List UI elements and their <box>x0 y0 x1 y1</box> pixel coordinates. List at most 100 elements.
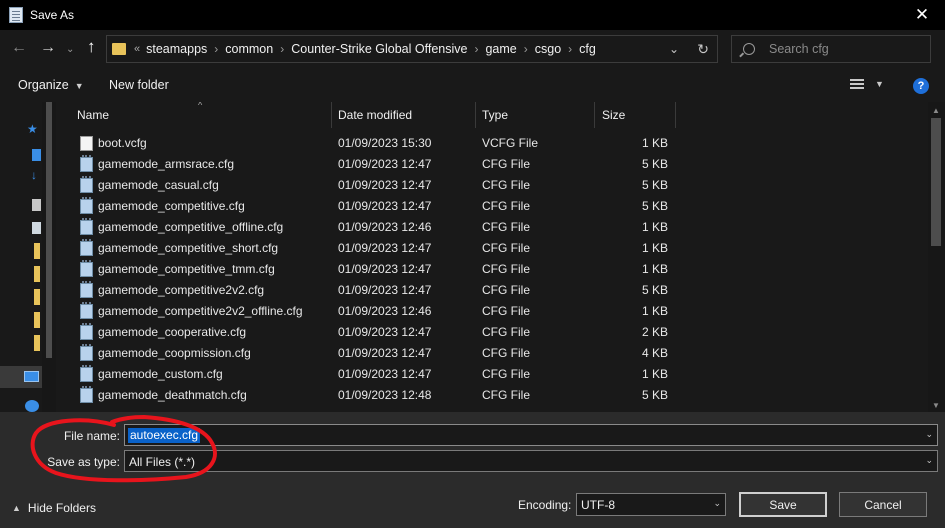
column-header-date-modified[interactable]: Date modified <box>332 102 476 128</box>
column-header-name[interactable]: Name ^ <box>58 102 332 128</box>
search-input[interactable] <box>769 42 929 56</box>
refresh-icon[interactable]: ↻ <box>697 41 709 58</box>
file-date-modified: 01/09/2023 12:46 <box>338 304 432 318</box>
overflow-chevron-icon[interactable]: « <box>134 43 140 55</box>
help-icon[interactable]: ? <box>913 78 929 94</box>
table-row[interactable]: gamemode_competitive_short.cfg 01/09/2023… <box>58 238 928 259</box>
table-row[interactable]: gamemode_competitive2v2.cfg 01/09/2023 12… <box>58 280 928 301</box>
table-row[interactable]: gamemode_armsrace.cfg 01/09/2023 12:47 CFG… <box>58 154 928 175</box>
breadcrumb-game[interactable]: game › <box>485 42 534 56</box>
downloads-icon[interactable]: ↓ <box>31 168 37 182</box>
title-bar: Save As ✕ <box>0 0 945 30</box>
file-date-modified: 01/09/2023 12:47 <box>338 199 432 213</box>
file-date-modified: 01/09/2023 12:47 <box>338 367 432 381</box>
table-row[interactable]: gamemode_casual.cfg 01/09/2023 12:47 CFG F… <box>58 175 928 196</box>
folder-icon[interactable] <box>34 335 40 351</box>
cfg-file-icon <box>80 386 93 403</box>
file-name: gamemode_competitive_offline.cfg <box>98 220 284 234</box>
table-row[interactable]: boot.vcfg 01/09/2023 15:30 VCFG File 1 KB <box>58 133 928 154</box>
table-row[interactable]: gamemode_cooperative.cfg 01/09/2023 12:47… <box>58 322 928 343</box>
hide-folders-label: Hide Folders <box>27 501 96 515</box>
save-button[interactable]: Save <box>739 492 827 517</box>
column-header-type[interactable]: Type <box>476 102 595 128</box>
file-name: gamemode_competitive.cfg <box>98 199 245 213</box>
table-row[interactable]: gamemode_competitive_offline.cfg 01/09/20… <box>58 217 928 238</box>
file-name: gamemode_deathmatch.cfg <box>98 388 247 402</box>
window-title: Save As <box>30 8 75 22</box>
file-name-input[interactable]: autoexec.cfg <box>128 428 201 443</box>
quick-access-star-icon[interactable]: ★ <box>27 122 38 136</box>
search-box[interactable] <box>731 35 931 63</box>
recent-locations-chevron-icon[interactable]: ⌄ <box>66 41 74 59</box>
file-date-modified: 01/09/2023 12:47 <box>338 262 432 276</box>
file-name: gamemode_coopmission.cfg <box>98 346 251 360</box>
encoding-select[interactable]: UTF-8 ⌄ <box>576 493 726 516</box>
save-as-type-chevron-icon[interactable]: ⌄ <box>925 455 933 466</box>
breadcrumb-common[interactable]: common › <box>225 42 291 56</box>
folder-icon[interactable] <box>34 266 40 282</box>
file-name-dropdown-chevron-icon[interactable]: ⌄ <box>925 429 933 440</box>
breadcrumb-separator-icon[interactable]: › <box>214 42 218 56</box>
file-type: CFG File <box>482 304 530 318</box>
documents-icon[interactable] <box>32 199 41 211</box>
folder-icon[interactable] <box>34 243 40 259</box>
pictures-icon[interactable] <box>32 222 41 234</box>
file-name-field[interactable]: autoexec.cfg ⌄ <box>124 424 938 446</box>
view-caret-icon[interactable]: ▼ <box>875 79 884 89</box>
desktop-icon[interactable] <box>32 149 41 161</box>
breadcrumb-csgo-root[interactable]: Counter-Strike Global Offensive › <box>291 42 485 56</box>
file-list-scrollbar[interactable]: ▲ ▼ <box>928 102 945 412</box>
encoding-chevron-icon[interactable]: ⌄ <box>713 498 721 509</box>
file-name: gamemode_cooperative.cfg <box>98 325 247 339</box>
cancel-button[interactable]: Cancel <box>839 492 927 517</box>
folder-icon[interactable] <box>34 312 40 328</box>
file-type: CFG File <box>482 346 530 360</box>
scrollbar-thumb[interactable] <box>931 118 941 246</box>
column-header-size[interactable]: Size <box>595 102 676 128</box>
table-row[interactable]: gamemode_competitive_tmm.cfg 01/09/2023 1… <box>58 259 928 280</box>
file-type: CFG File <box>482 283 530 297</box>
network-icon[interactable] <box>25 400 39 412</box>
table-row[interactable]: gamemode_deathmatch.cfg 01/09/2023 12:48 C… <box>58 385 928 406</box>
file-date-modified: 01/09/2023 15:30 <box>338 136 432 150</box>
table-row[interactable]: gamemode_competitive2v2_offline.cfg 01/09… <box>58 301 928 322</box>
address-bar[interactable]: « steamapps › common › Counter-Strike Glob… <box>106 35 718 63</box>
scroll-down-arrow-icon[interactable]: ▼ <box>932 401 940 410</box>
file-size: 5 KB <box>641 178 668 192</box>
new-folder-button[interactable]: New folder <box>109 78 169 92</box>
save-as-type-select[interactable]: All Files (*.*) ⌄ <box>124 450 938 472</box>
folder-icon[interactable] <box>34 289 40 305</box>
breadcrumb-separator-icon[interactable]: › <box>474 42 478 56</box>
organize-button[interactable]: Organize ▼ <box>18 78 84 92</box>
save-options-panel: File name: autoexec.cfg ⌄ Save as type: … <box>0 412 945 528</box>
navigation-row: ← → ⌄ ↑ « steamapps › common › Counter-Str… <box>0 30 945 68</box>
scroll-up-arrow-icon[interactable]: ▲ <box>932 106 940 115</box>
breadcrumb-steamapps[interactable]: steamapps › <box>146 42 225 56</box>
caret-down-icon: ▼ <box>74 81 84 91</box>
cfg-file-icon <box>80 365 93 382</box>
navigation-pane-scrollbar[interactable] <box>42 102 56 412</box>
breadcrumb-separator-icon[interactable]: › <box>568 42 572 56</box>
back-button[interactable]: ← <box>11 39 27 57</box>
file-rows: boot.vcfg 01/09/2023 15:30 VCFG File 1 KB ga… <box>58 133 928 406</box>
file-size: 5 KB <box>641 388 668 402</box>
breadcrumb-cfg[interactable]: cfg <box>579 42 596 56</box>
hide-folders-button[interactable]: ▲ Hide Folders <box>12 501 96 515</box>
folder-icon <box>112 43 126 55</box>
this-pc-nav-item[interactable] <box>0 366 42 388</box>
file-list: Name ^ Date modified Type Size boot.vcfg… <box>58 102 928 412</box>
file-name: gamemode_competitive_tmm.cfg <box>98 262 275 276</box>
table-row[interactable]: gamemode_competitive.cfg 01/09/2023 12:47… <box>58 196 928 217</box>
breadcrumb-separator-icon[interactable]: › <box>524 42 528 56</box>
address-dropdown-chevron-icon[interactable]: ⌄ <box>669 42 679 56</box>
table-row[interactable]: gamemode_coopmission.cfg 01/09/2023 12:47… <box>58 343 928 364</box>
table-row[interactable]: gamemode_custom.cfg 01/09/2023 12:47 CFG F… <box>58 364 928 385</box>
encoding-value: UTF-8 <box>581 498 615 512</box>
breadcrumb-separator-icon[interactable]: › <box>280 42 284 56</box>
forward-button[interactable]: → <box>40 39 56 57</box>
notepad-icon <box>9 7 23 23</box>
up-button[interactable]: ↑ <box>87 38 96 56</box>
view-options-icon[interactable] <box>850 79 864 91</box>
breadcrumb-csgo[interactable]: csgo › <box>535 42 579 56</box>
close-button[interactable]: ✕ <box>899 0 945 30</box>
